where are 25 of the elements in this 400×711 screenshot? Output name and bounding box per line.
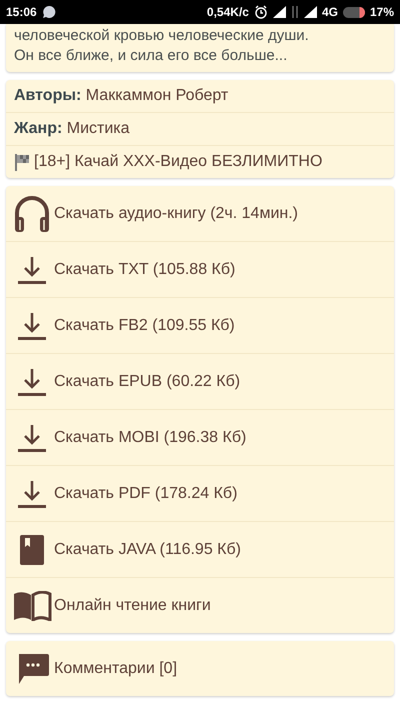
- download-item[interactable]: Скачать FB2 (109.55 Кб): [6, 297, 394, 353]
- comments-item[interactable]: Комментарии [0]: [6, 641, 394, 696]
- download-item[interactable]: Онлайн чтение книги: [6, 577, 394, 633]
- download-item[interactable]: Скачать TXT (105.88 Кб): [6, 241, 394, 297]
- ad-link[interactable]: [18+] Качай XXX-Видео БЕЗЛИМИТНО: [34, 153, 322, 171]
- download-item[interactable]: Скачать PDF (178.24 Кб): [6, 465, 394, 521]
- info-text: Авторы: Маккаммон Роберт: [14, 87, 228, 105]
- network-type: 4G: [322, 5, 338, 19]
- download-item[interactable]: Скачать EPUB (60.22 Кб): [6, 353, 394, 409]
- headphones-icon: [12, 194, 52, 232]
- flag-icon: [14, 153, 30, 171]
- download-item[interactable]: Скачать MOBI (196.38 Кб): [6, 409, 394, 465]
- description-text: человеческой кровью человеческие души. Он все ближе, и сила его все больше...: [14, 26, 310, 66]
- alarm-icon: [254, 5, 268, 19]
- open-book-icon: [12, 590, 52, 620]
- signal-icon: [272, 6, 286, 18]
- download-item[interactable]: Скачать JAVA (116.95 Кб): [6, 521, 394, 577]
- clock-time: 15:06: [6, 5, 37, 19]
- battery-icon: [342, 6, 365, 18]
- info-text: Жанр: Мистика: [14, 120, 130, 138]
- signal-icon: [304, 6, 317, 18]
- chat-bubble-icon: [42, 5, 56, 19]
- download-item[interactable]: Скачать аудио-книгу (2ч. 14мин.): [6, 186, 394, 241]
- battery-percent: 17%: [370, 5, 394, 19]
- network-speed: 0,54K/с: [206, 5, 249, 19]
